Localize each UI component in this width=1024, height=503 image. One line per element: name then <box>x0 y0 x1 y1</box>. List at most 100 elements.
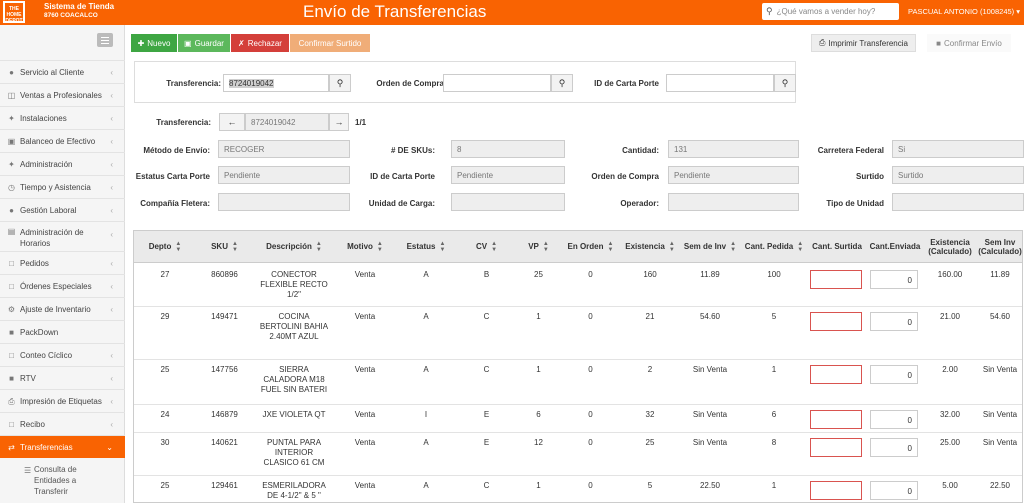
imprimir-transferencia-button[interactable]: ⎙ Imprimir Transferencia <box>811 34 916 52</box>
sidebar-item-recibo[interactable]: □ Recibo ‹ <box>0 412 125 435</box>
next-transfer-button[interactable]: → <box>329 113 349 131</box>
col-header-en-orden[interactable]: En Orden ▲ ▼ <box>561 231 620 263</box>
cant-enviada-input[interactable]: 0 <box>870 312 918 331</box>
cell-pedida: 100 <box>767 270 781 279</box>
caret-down-icon: ▾ <box>1016 7 1021 16</box>
cell-orden: 0 <box>588 365 593 374</box>
cell-vp: 25 <box>534 270 543 279</box>
sidebar-item-rtv[interactable]: ■ RTV ‹ <box>0 366 125 389</box>
orden-compra-search-button[interactable]: ⚲ <box>551 74 573 92</box>
sidebar-item-gestion-laboral[interactable]: ● Gestión Laboral ‹ <box>0 198 125 221</box>
rechazar-button[interactable]: ✗ Rechazar <box>231 34 289 52</box>
cell-cv: E <box>483 438 490 447</box>
sidebar-item-pedidos[interactable]: □ Pedidos ‹ <box>0 251 125 274</box>
unidad-carga-field[interactable] <box>451 193 565 211</box>
sidebar-item-administracion[interactable]: ✦ Administración ‹ <box>0 152 125 175</box>
cant-surtida-input[interactable] <box>810 312 862 331</box>
sidebar-item-servicio-cliente[interactable]: ● Servicio al Cliente ‹ <box>0 60 125 83</box>
col-header-existencia[interactable]: Existencia ▲ ▼ <box>620 231 680 263</box>
cant-enviada-input[interactable]: 0 <box>870 365 918 384</box>
sidebar-item-instalaciones[interactable]: ✦ Instalaciones ‹ <box>0 106 125 129</box>
sidebar-item-packdown[interactable]: ■ PackDown <box>0 320 125 343</box>
col-header-descripcion[interactable]: Descripción ▲ ▼ <box>253 231 335 263</box>
thumbs-down-icon: ✗ <box>238 38 245 48</box>
cant-enviada-input[interactable]: 0 <box>870 481 918 500</box>
sidebar-item-impresion-etiquetas[interactable]: ⎙ Impresión de Etiquetas ‹ <box>0 389 125 412</box>
cell-exist-calc: 32.00 <box>939 410 961 419</box>
user-menu[interactable]: PASCUAL ANTONIO (1008245) ▾ <box>908 7 1020 16</box>
col-header-cv[interactable]: CV ▲ ▼ <box>457 231 516 263</box>
sidebar-item-balanceo-efectivo[interactable]: ▣ Balanceo de Efectivo ‹ <box>0 129 125 152</box>
confirmar-envio-button[interactable]: ■ Confirmar Envío <box>927 34 1011 52</box>
sort-icon: ▲ ▼ <box>491 240 498 253</box>
cell-sku: 860896 <box>211 270 238 279</box>
chevron-down-icon: ⌄ <box>106 442 113 452</box>
cell-motivo: Venta <box>354 481 376 490</box>
id-carta-porte-field: Pendiente <box>451 166 565 184</box>
transferencia-search-button[interactable]: ⚲ <box>329 74 351 92</box>
col-header-cant-pedida[interactable]: Cant. Pedida ▲ ▼ <box>740 231 808 263</box>
arrow-right-icon: → <box>334 117 344 127</box>
cell-exist: 32 <box>645 410 655 419</box>
guardar-button[interactable]: ▣ Guardar <box>178 34 230 52</box>
col-header-depto[interactable]: Depto ▲ ▼ <box>134 231 196 263</box>
cell-estatus: A <box>423 312 429 321</box>
sidebar-item-ajuste-inventario[interactable]: ⚙ Ajuste de Inventario ‹ <box>0 297 125 320</box>
cant-surtida-input[interactable] <box>810 270 862 289</box>
cant-surtida-input[interactable] <box>810 438 862 457</box>
cantidad-field: 131 <box>668 140 799 158</box>
carta-porte-search-button[interactable]: ⚲ <box>774 74 796 92</box>
subnav-consulta-entidades[interactable]: ☰ Consulta de Entidades a Transferir <box>20 464 120 497</box>
cell-pedida: 5 <box>771 312 777 321</box>
cell-sem-calc: Sin Venta <box>982 365 1018 374</box>
tipo-unidad-field[interactable] <box>892 193 1024 211</box>
chevron-left-icon: ‹ <box>110 350 113 360</box>
cant-enviada-input[interactable]: 0 <box>870 410 918 429</box>
sidebar-item-transferencias[interactable]: ⇄ Transferencias ⌄ <box>0 435 125 458</box>
sidebar-item-tiempo-asistencia[interactable]: ◷ Tiempo y Asistencia ‹ <box>0 175 125 198</box>
carta-porte-search-input[interactable] <box>666 74 774 92</box>
sidebar-item-horarios[interactable]: ▤ Administración de Horarios ‹ <box>0 221 125 251</box>
cell-sem-calc: 54.60 <box>989 312 1011 321</box>
transferencia-value: 8724019042 <box>245 113 329 131</box>
menu-toggle-button[interactable] <box>97 33 113 47</box>
cant-surtida-input[interactable] <box>810 410 862 429</box>
cant-surtida-input[interactable] <box>810 365 862 384</box>
cell-motivo: Venta <box>354 270 376 279</box>
sidebar-item-ventas-profesionales[interactable]: ◫ Ventas a Profesionales ‹ <box>0 83 125 106</box>
col-header-sku[interactable]: SKU ▲ ▼ <box>196 231 253 263</box>
cant-surtida-input[interactable] <box>810 481 862 500</box>
cell-pedida: 8 <box>771 438 777 447</box>
cell-estatus: I <box>424 410 428 419</box>
global-search-input[interactable]: ⚲ ¿Qué vamos a vender hoy? <box>762 3 899 20</box>
cant-enviada-input[interactable]: 0 <box>870 438 918 457</box>
cell-desc: JXE VIOLETA QT <box>262 410 326 419</box>
orden-compra-field: Pendiente <box>668 166 799 184</box>
home-depot-logo[interactable]: THE HOME DEPOT <box>3 1 25 24</box>
row-divider <box>134 432 1022 433</box>
col-header-sem-inv[interactable]: Sem de Inv ▲ ▼ <box>680 231 740 263</box>
sidebar: ● Servicio al Cliente ‹ ◫ Ventas a Profesio… <box>0 25 125 503</box>
sort-icon: ▲ ▼ <box>439 240 446 253</box>
cell-sku: 149471 <box>211 312 238 321</box>
person-icon: ● <box>9 67 14 77</box>
orden-compra-search-input[interactable] <box>443 74 551 92</box>
operador-field[interactable] <box>668 193 799 211</box>
cant-enviada-input[interactable]: 0 <box>870 270 918 289</box>
previous-transfer-button[interactable]: ← <box>219 113 245 131</box>
cell-sem: Sin Venta <box>692 438 728 447</box>
col-header-vp[interactable]: VP ▲ ▼ <box>516 231 561 263</box>
chevron-left-icon: ‹ <box>110 373 113 383</box>
sidebar-item-conteo-ciclico[interactable]: □ Conteo Cíclico ‹ <box>0 343 125 366</box>
sort-icon: ▲ ▼ <box>542 240 549 253</box>
metodo-envio-field: RECOGER <box>218 140 350 158</box>
confirmar-surtido-button[interactable]: Confirmar Surtido <box>290 34 370 52</box>
sidebar-item-ordenes-especiales[interactable]: □ Órdenes Especiales ‹ <box>0 274 125 297</box>
compania-fletera-field[interactable] <box>218 193 350 211</box>
store-system-name: Sistema de Tienda <box>44 2 115 11</box>
col-header-motivo[interactable]: Motivo ▲ ▼ <box>335 231 395 263</box>
cell-estatus: A <box>423 365 429 374</box>
transferencia-search-input[interactable]: 8724019042 <box>223 74 329 92</box>
nuevo-button[interactable]: ✚ Nuevo <box>131 34 177 52</box>
col-header-estatus[interactable]: Estatus ▲ ▼ <box>395 231 457 263</box>
